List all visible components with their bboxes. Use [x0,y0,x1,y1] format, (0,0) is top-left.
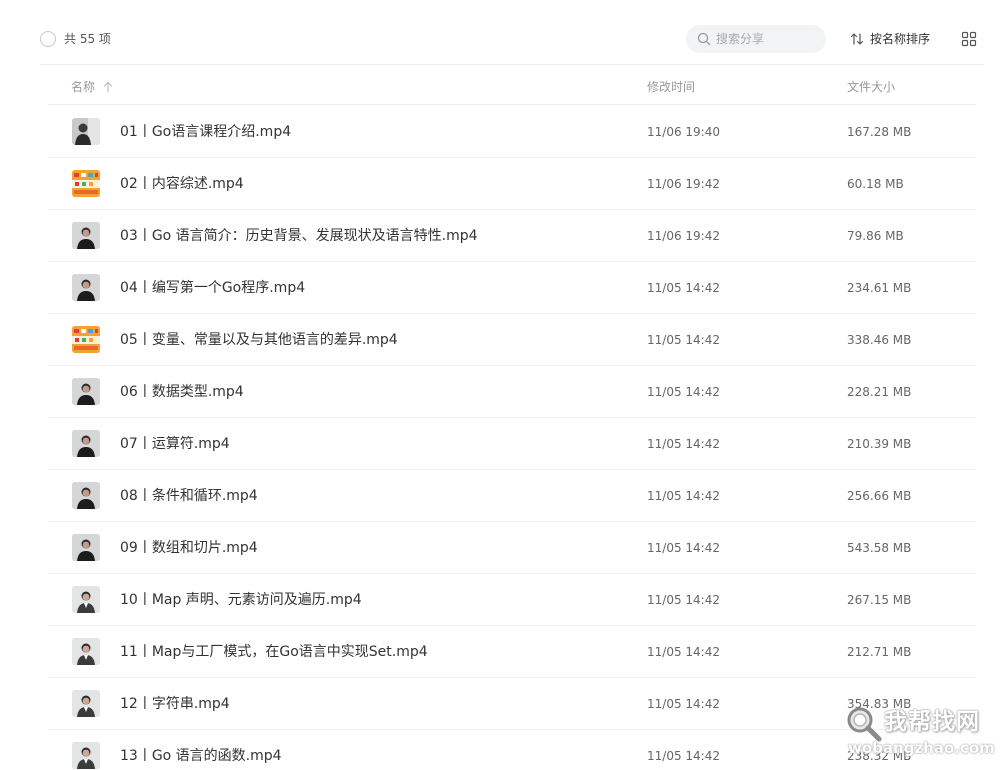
file-modified-time: 11/05 14:42 [647,541,720,555]
video-thumbnail [72,378,100,405]
file-modified-time: 11/05 14:42 [647,437,720,451]
file-row[interactable]: 04丨编写第一个Go程序.mp4 11/05 14:42 234.61 MB [48,262,976,314]
select-all-checkbox[interactable] [40,31,56,47]
video-thumbnail [72,690,100,717]
file-modified-time: 11/05 14:42 [647,593,720,607]
file-name[interactable]: 11丨Map与工厂模式，在Go语言中实现Set.mp4 [120,642,428,662]
column-mtime-header[interactable]: 修改时间 [647,78,695,95]
file-name[interactable]: 04丨编写第一个Go程序.mp4 [120,278,305,298]
file-size: 256.66 MB [847,489,912,503]
file-name[interactable]: 10丨Map 声明、元素访问及遍历.mp4 [120,590,362,610]
file-size: 228.21 MB [847,385,912,399]
file-size: 338.46 MB [847,333,912,347]
video-thumbnail [72,170,100,197]
file-row[interactable]: 05丨变量、常量以及与其他语言的差异.mp4 11/05 14:42 338.46 … [48,314,976,366]
file-size: 60.18 MB [847,177,904,191]
file-modified-time: 11/05 14:42 [647,489,720,503]
search-box[interactable] [686,25,826,53]
video-thumbnail [72,638,100,665]
column-name-label: 名称 [71,80,96,94]
file-modified-time: 11/05 14:42 [647,333,720,347]
file-size: 212.71 MB [847,645,912,659]
file-size: 234.61 MB [847,281,912,295]
file-size: 267.15 MB [847,593,912,607]
file-name[interactable]: 02丨内容综述.mp4 [120,174,244,194]
file-modified-time: 11/05 14:42 [647,697,720,711]
file-row[interactable]: 07丨运算符.mp4 11/05 14:42 210.39 MB [48,418,976,470]
file-modified-time: 11/06 19:40 [647,125,720,139]
search-icon [697,32,711,46]
sort-ascending-icon [103,81,113,93]
file-name[interactable]: 03丨Go 语言简介：历史背景、发展现状及语言特性.mp4 [120,226,478,246]
video-thumbnail [72,274,100,301]
file-row[interactable]: 01丨Go语言课程介绍.mp4 11/06 19:40 167.28 MB [48,106,976,158]
file-modified-time: 11/06 19:42 [647,229,720,243]
file-row[interactable]: 11丨Map与工厂模式，在Go语言中实现Set.mp4 11/05 14:42 21… [48,626,976,678]
column-name-header[interactable]: 名称 [71,78,113,95]
file-name[interactable]: 09丨数组和切片.mp4 [120,538,258,558]
sort-label: 按名称排序 [870,32,931,46]
file-modified-time: 11/05 14:42 [647,645,720,659]
file-name[interactable]: 05丨变量、常量以及与其他语言的差异.mp4 [120,330,398,350]
file-row[interactable]: 08丨条件和循环.mp4 11/05 14:42 256.66 MB [48,470,976,522]
video-thumbnail [72,430,100,457]
video-thumbnail [72,482,100,509]
file-row[interactable]: 09丨数组和切片.mp4 11/05 14:42 543.58 MB [48,522,976,574]
file-modified-time: 11/05 14:42 [647,281,720,295]
sort-icon [850,33,864,45]
file-name[interactable]: 06丨数据类型.mp4 [120,382,244,402]
column-header: 名称 修改时间 文件大小 [48,66,976,105]
file-name[interactable]: 13丨Go 语言的函数.mp4 [120,746,282,766]
file-size: 210.39 MB [847,437,912,451]
file-name[interactable]: 08丨条件和循环.mp4 [120,486,258,506]
file-name[interactable]: 07丨运算符.mp4 [120,434,230,454]
file-row[interactable]: 12丨字符串.mp4 11/05 14:42 354.83 MB [48,678,976,730]
file-row[interactable]: 06丨数据类型.mp4 11/05 14:42 228.21 MB [48,366,976,418]
video-thumbnail [72,118,100,145]
video-thumbnail [72,586,100,613]
video-thumbnail [72,326,100,353]
file-row[interactable]: 03丨Go 语言简介：历史背景、发展现状及语言特性.mp4 11/06 19:42… [48,210,976,262]
file-share-page: 共 55 项 按名称排序 名称 [0,0,1002,770]
file-modified-time: 11/06 19:42 [647,177,720,191]
video-thumbnail [72,742,100,769]
search-input[interactable] [716,25,820,53]
video-thumbnail [72,222,100,249]
grid-view-icon[interactable] [961,31,977,47]
file-modified-time: 11/05 14:42 [647,749,720,763]
file-modified-time: 11/05 14:42 [647,385,720,399]
file-size: 354.83 MB [847,697,912,711]
file-size: 238.32 MB [847,749,912,763]
toolbar: 共 55 项 按名称排序 [40,0,984,65]
file-row[interactable]: 13丨Go 语言的函数.mp4 11/05 14:42 238.32 MB [48,730,976,770]
video-thumbnail [72,534,100,561]
file-name[interactable]: 12丨字符串.mp4 [120,694,230,714]
file-size: 543.58 MB [847,541,912,555]
column-size-header[interactable]: 文件大小 [847,78,895,95]
file-size: 167.28 MB [847,125,912,139]
file-list: 01丨Go语言课程介绍.mp4 11/06 19:40 167.28 MB 02丨内容… [48,106,976,770]
sort-by-name-button[interactable]: 按名称排序 [850,30,930,48]
file-name[interactable]: 01丨Go语言课程介绍.mp4 [120,122,291,142]
file-row[interactable]: 10丨Map 声明、元素访问及遍历.mp4 11/05 14:42 267.15 M… [48,574,976,626]
file-size: 79.86 MB [847,229,904,243]
file-row[interactable]: 02丨内容综述.mp4 11/06 19:42 60.18 MB [48,158,976,210]
item-count: 共 55 项 [64,32,111,46]
